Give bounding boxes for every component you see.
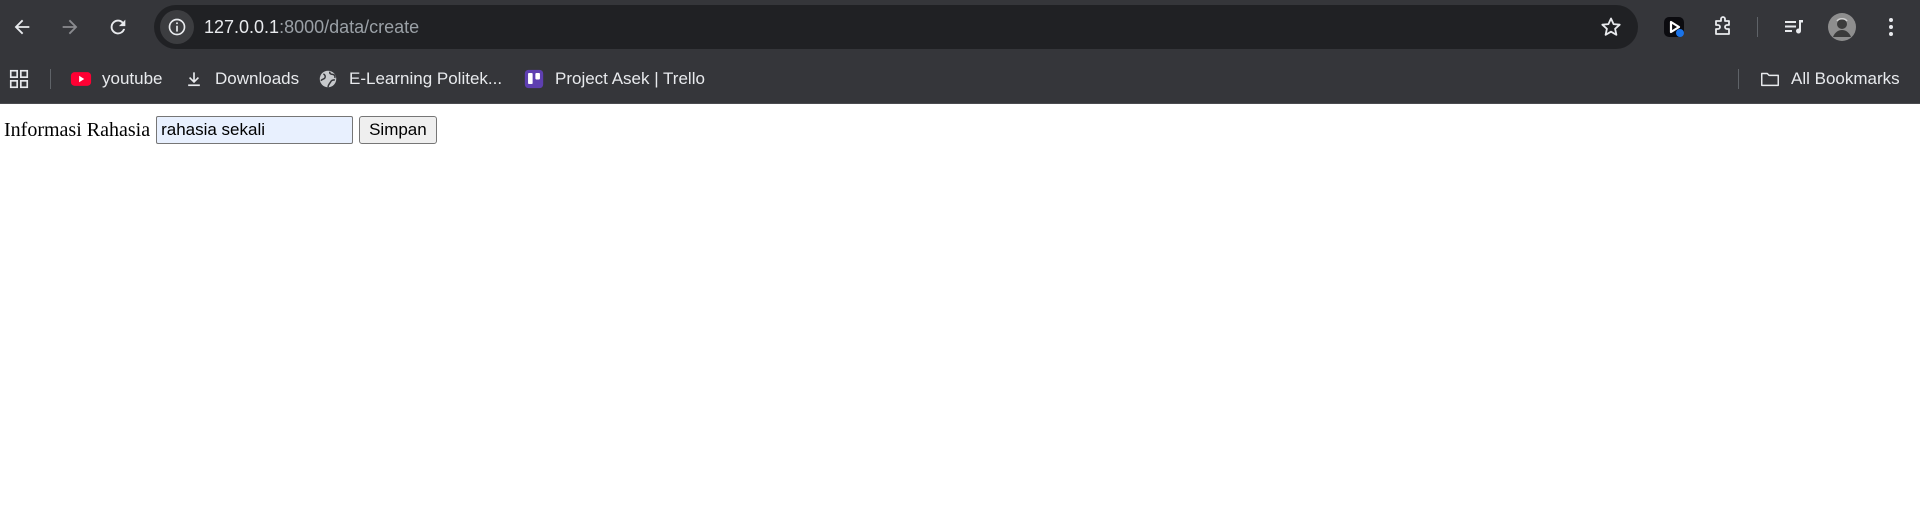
bookmark-label: youtube [102,69,163,88]
globe-icon [317,68,339,90]
arrow-left-icon [14,19,30,35]
arrow-right-icon [62,19,78,35]
youtube-icon [70,68,92,90]
extension-app-icon [1664,17,1684,37]
star-icon [1601,17,1621,36]
folder-icon [1759,68,1781,90]
save-button[interactable]: Simpan [359,116,437,144]
all-bookmarks-label: All Bookmarks [1791,69,1900,88]
bookmark-label: Downloads [215,69,300,88]
all-bookmarks-button[interactable]: All Bookmarks [1759,65,1900,93]
apps-grid-icon [8,68,30,90]
browser-toolbar: 127.0.0.1:8000/data/create [0,0,1920,54]
profile-button[interactable] [1827,12,1857,42]
bookmark-label: Project Asek | Trello [555,69,705,88]
extensions-button[interactable] [1708,12,1738,42]
bookmarks-divider [50,69,51,89]
url-path: :8000/data/create [279,17,420,37]
bookmark-elearning[interactable]: E-Learning Politek... [317,65,502,93]
address-bar[interactable]: 127.0.0.1:8000/data/create [154,5,1638,49]
reload-icon [110,19,126,35]
url-host: 127.0.0.1 [204,17,280,37]
media-controls-button[interactable] [1779,12,1809,42]
apps-button[interactable] [8,65,40,93]
forward-button[interactable] [52,9,88,45]
create-form: Informasi Rahasia Simpan [4,115,437,145]
bookmark-youtube[interactable]: youtube [70,65,163,93]
bookmarks-divider-right [1738,69,1739,89]
bookmark-downloads[interactable]: Downloads [183,65,299,93]
download-icon [183,68,205,90]
menu-button[interactable] [1876,12,1906,42]
url-text: 127.0.0.1:8000/data/create [204,5,419,49]
bookmark-trello[interactable]: Project Asek | Trello [523,65,705,93]
extension-button[interactable] [1659,12,1689,42]
field-label: Informasi Rahasia [4,118,151,141]
more-vert-icon [1889,18,1893,36]
bookmark-label: E-Learning Politek... [349,69,503,88]
queue-music-icon [1785,20,1803,34]
bookmarks-bar: youtube Downloads E-Learning Politek... [0,54,1920,104]
page-content: Informasi Rahasia Simpan [0,104,1920,508]
back-button[interactable] [4,9,40,45]
site-info-button[interactable] [160,10,194,44]
toolbar-divider [1757,17,1758,37]
trello-icon [523,68,545,90]
avatar [1828,13,1856,41]
reload-button[interactable] [100,9,136,45]
puzzle-icon [1715,16,1730,35]
secret-info-input[interactable] [156,116,354,144]
info-icon [168,18,186,36]
bookmark-star-button[interactable] [1598,14,1624,40]
